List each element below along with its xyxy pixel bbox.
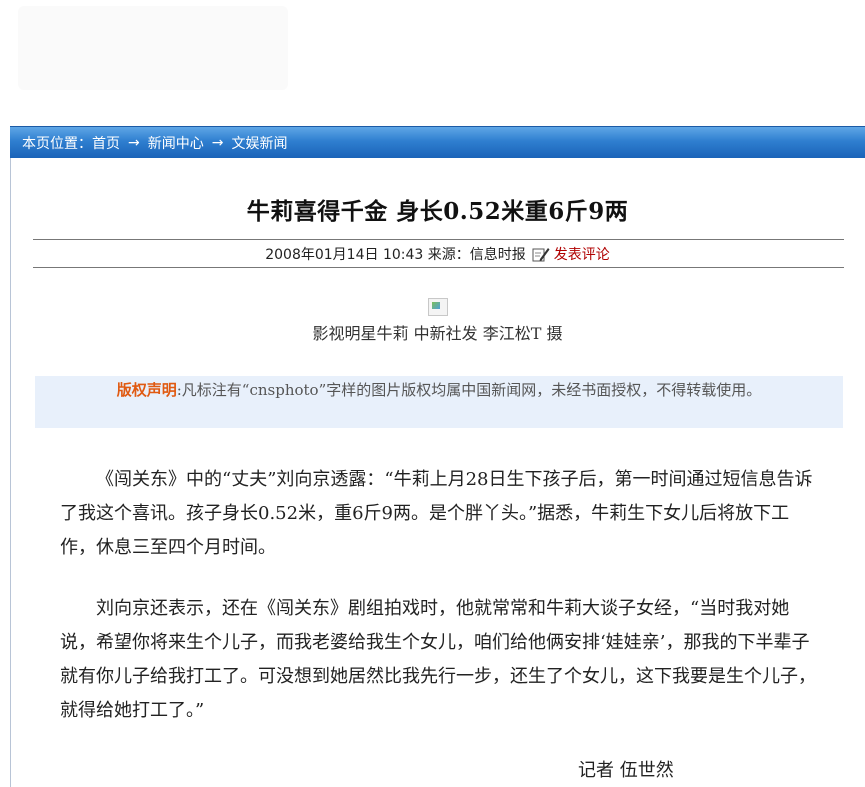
copyright-label: 版权声明 [116, 381, 177, 399]
article-date: 2008年01月14日 10:43 [265, 247, 424, 263]
copyright-text: :凡标注有“cnsphoto”字样的图片版权均属中国新闻网，未经书面授权，不得转… [176, 381, 762, 399]
breadcrumb-separator: → [211, 134, 224, 151]
photo-caption: 影视明星牛莉 中新社发 李江松T 摄 [312, 324, 563, 343]
broken-image-icon [428, 298, 448, 316]
comment-link[interactable]: 发表评论 [554, 244, 610, 264]
article-meta: 2008年01月14日 10:43 来源：信息时报 发表评论 [10, 244, 865, 264]
breadcrumb: 本页位置： 首页 → 新闻中心 → 文娱新闻 [10, 126, 865, 158]
breadcrumb-link-news-center[interactable]: 新闻中心 [148, 133, 204, 153]
copyright-notice: 版权声明:凡标注有“cnsphoto”字样的图片版权均属中国新闻网，未经书面授权… [35, 376, 843, 428]
breadcrumb-link-home[interactable]: 首页 [92, 133, 120, 153]
article-paragraph: 刘向京还表示，还在《闯关东》剧组拍戏时，他就常常和牛莉大谈子女经，“当时我对她说… [60, 598, 816, 721]
article-title: 牛莉喜得千金 身长0.52米重6斤9两 [246, 198, 629, 225]
breadcrumb-link-entertainment[interactable]: 文娱新闻 [231, 133, 287, 153]
article-source: 来源：信息时报 [427, 247, 526, 263]
divider [33, 267, 844, 268]
article-byline: 记者 伍世然 [578, 760, 674, 781]
divider [33, 239, 844, 240]
site-logo-area [18, 6, 288, 90]
breadcrumb-prefix: 本页位置： [22, 135, 92, 152]
article-paragraph: 《闯关东》中的“丈夫”刘向京透露：“牛莉上月28日生下孩子后，第一时间通过短信息… [60, 469, 813, 558]
pencil-edit-icon[interactable] [532, 245, 550, 263]
breadcrumb-separator: → [128, 134, 140, 151]
